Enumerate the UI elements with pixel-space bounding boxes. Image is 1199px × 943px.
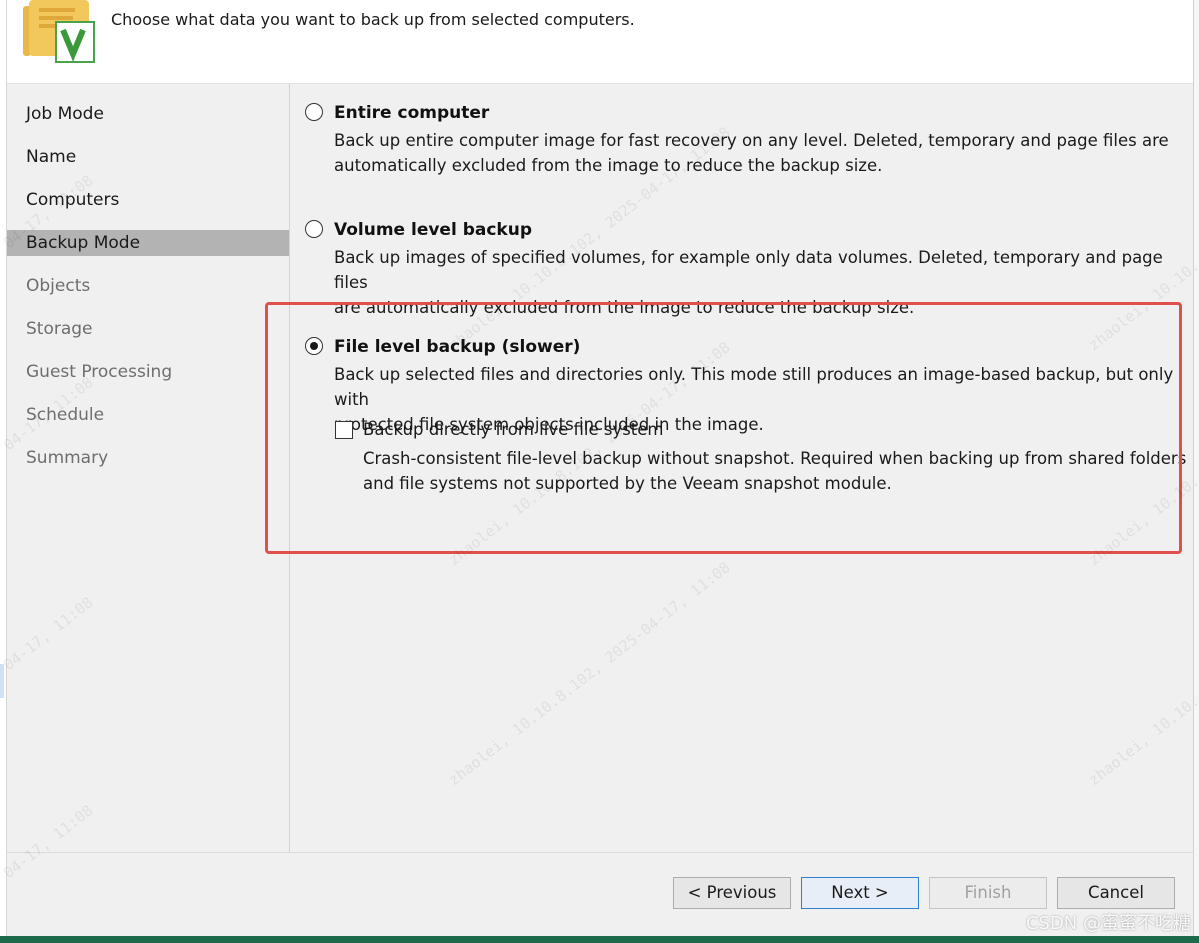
volume-level-desc-line-1: Back up images of specified volumes, for… — [334, 248, 1163, 292]
window-right-edge — [1193, 0, 1199, 943]
volume-level-radio[interactable] — [305, 220, 323, 238]
nav-item-computers[interactable]: Computers — [7, 187, 289, 213]
finish-button: Finish — [929, 877, 1047, 909]
step-description: Choose what data you want to back up fro… — [111, 10, 635, 29]
wizard-header: Choose what data you want to back up fro… — [7, 0, 1193, 84]
previous-button[interactable]: < Previous — [673, 877, 791, 909]
next-button[interactable]: Next > — [801, 877, 919, 909]
nav-item-job-mode[interactable]: Job Mode — [7, 101, 289, 127]
nav-item-name[interactable]: Name — [7, 144, 289, 170]
volume-level-title[interactable]: Volume level backup — [334, 220, 532, 240]
nav-item-summary: Summary — [26, 448, 109, 468]
csdn-watermark: CSDN @蜜蜜不吃糖 — [1025, 913, 1191, 934]
background-selection-mark — [0, 664, 4, 698]
nav-item-objects: Objects — [26, 276, 91, 296]
backup-job-wizard: Choose what data you want to back up fro… — [0, 0, 1199, 943]
entire-computer-description: Back up entire computer image for fast r… — [334, 128, 1169, 178]
highlight-annotation-box — [265, 302, 1182, 554]
cancel-button[interactable]: Cancel — [1057, 877, 1175, 909]
nav-item-backup-mode[interactable]: Backup Mode — [7, 230, 289, 256]
nav-item-guest-processing: Guest Processing — [26, 362, 173, 382]
backup-scroll-icon — [15, 0, 95, 66]
entire-computer-title[interactable]: Entire computer — [334, 103, 489, 123]
background-window-edge — [0, 0, 7, 943]
nav-item-schedule: Schedule — [26, 405, 105, 425]
entire-computer-desc-line-1: Back up entire computer image for fast r… — [334, 131, 1169, 150]
wizard-steps-nav: Job Mode Name Computers Backup Mode Obje… — [7, 84, 290, 852]
taskbar-strip — [0, 936, 1199, 943]
entire-computer-desc-line-2: automatically excluded from the image to… — [334, 156, 883, 175]
entire-computer-radio[interactable] — [305, 103, 323, 121]
nav-item-storage: Storage — [26, 319, 93, 339]
